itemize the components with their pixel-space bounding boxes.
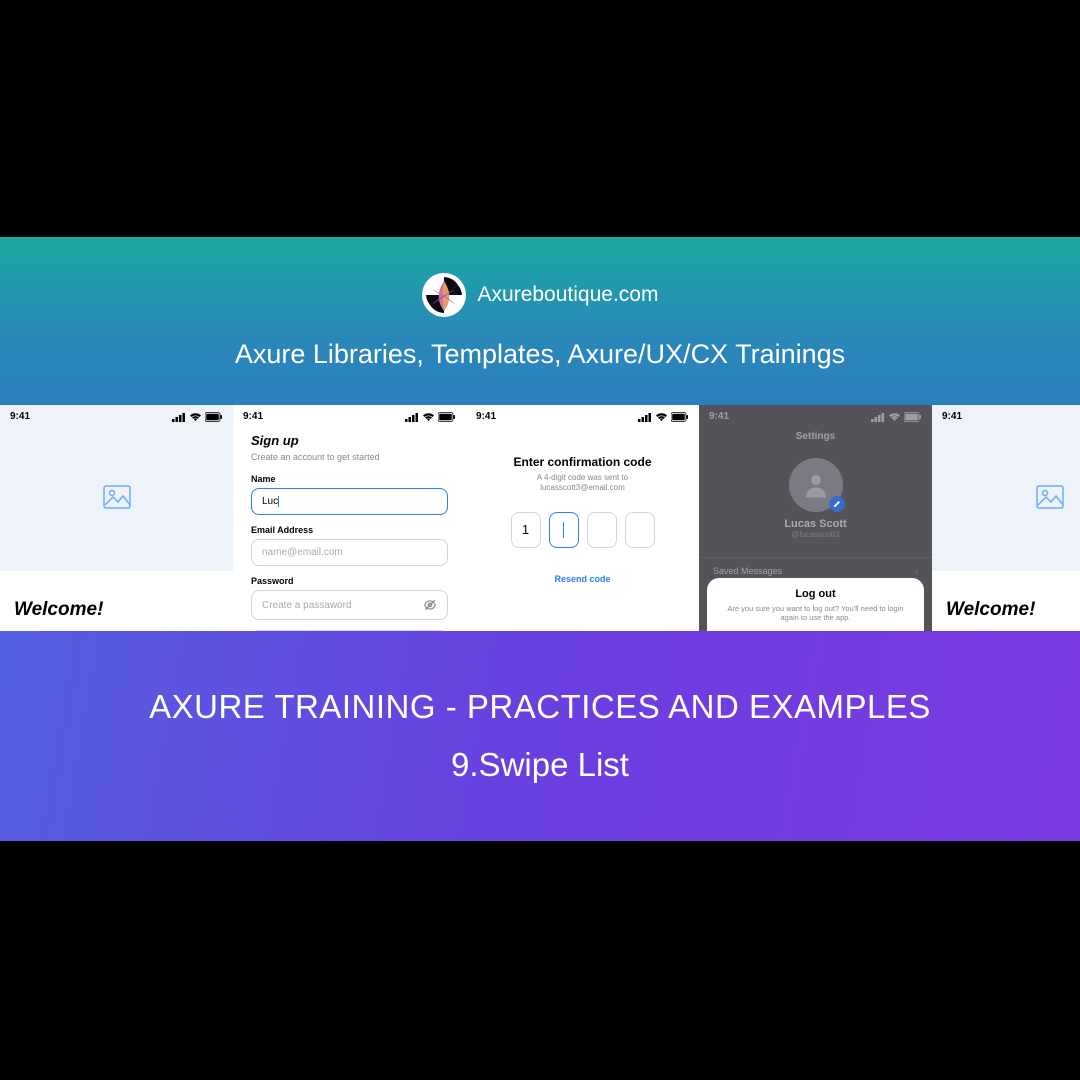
logout-sheet: Log out Are you sure you want to log out… (707, 578, 924, 632)
wifi-icon (655, 412, 668, 422)
status-icons (405, 412, 456, 422)
phone-welcome-left: 9:41 Welcome! (0, 405, 233, 631)
logout-subtitle: Are you sure you want to log out? You'll… (723, 604, 908, 624)
status-bar: 9:41 (0, 411, 233, 422)
tagline: Axure Libraries, Templates, Axure/UX/CX … (235, 339, 845, 370)
status-time: 9:41 (243, 411, 263, 422)
screenshots-strip: 9:41 Welcome! 9:41 Sign up Create an (0, 405, 1080, 631)
status-icons (871, 412, 922, 422)
name-label: Name (251, 474, 448, 484)
signup-title: Sign up (251, 433, 448, 448)
signal-icon (871, 412, 885, 422)
site-name: Axureboutique.com (478, 283, 659, 307)
code-cell-3[interactable] (587, 512, 617, 548)
status-bar: 9:41 (699, 411, 932, 422)
logo-row: Axureboutique.com (422, 273, 659, 317)
password-input[interactable]: Create a passaword (251, 590, 448, 620)
welcome-title: Welcome! (946, 599, 1066, 621)
eye-off-icon[interactable] (423, 598, 437, 612)
top-banner: Axureboutique.com Axure Libraries, Templ… (0, 237, 1080, 405)
avatar-edit-icon[interactable] (829, 496, 845, 512)
code-cell-2[interactable] (549, 512, 579, 548)
status-time: 9:41 (709, 411, 729, 422)
battery-icon (438, 412, 456, 422)
image-placeholder-icon (103, 485, 131, 509)
training-subtitle: 9.Swipe List (451, 746, 629, 784)
status-bar: 9:41 (466, 411, 699, 422)
welcome-panel: Welcome! (0, 571, 233, 631)
wifi-icon (422, 412, 435, 422)
phone-signup: 9:41 Sign up Create an account to get st… (233, 405, 466, 631)
signup-subtitle: Create an account to get started (251, 452, 448, 462)
phone-settings: 9:41 Settings Lucas Scott @lucasscott3 S… (699, 405, 932, 631)
confirm-title: Enter confirmation code (482, 455, 683, 469)
logo-icon (422, 273, 466, 317)
wifi-icon (189, 412, 202, 422)
code-input-row: 1 (482, 512, 683, 548)
profile-name: Lucas Scott (699, 518, 932, 530)
signal-icon (172, 412, 186, 422)
wifi-icon (888, 412, 901, 422)
resend-link[interactable]: Resend code (482, 574, 683, 584)
status-icons (638, 412, 689, 422)
settings-title: Settings (699, 431, 932, 442)
avatar (789, 458, 843, 512)
image-placeholder-icon (1036, 485, 1064, 509)
battery-icon (671, 412, 689, 422)
welcome-panel: Welcome! (932, 571, 1080, 631)
status-bar: 9:41 (233, 411, 466, 422)
status-time: 9:41 (942, 411, 962, 422)
code-cell-1[interactable]: 1 (511, 512, 541, 548)
confirm-subtitle: A 4-digit code was sent to lucasscott3@e… (482, 473, 683, 494)
status-icons (172, 412, 223, 422)
welcome-title: Welcome! (14, 599, 219, 621)
phone-welcome-right: 9:41 Welcome! (932, 405, 1080, 631)
profile-handle: @lucasscott3 (699, 530, 932, 539)
status-time: 9:41 (476, 411, 496, 422)
password-label: Password (251, 576, 448, 586)
phone-confirmation: 9:41 Enter confirmation code A 4-digit c… (466, 405, 699, 631)
status-bar: 9:41 (932, 411, 1080, 422)
name-input[interactable]: Luc (251, 488, 448, 515)
status-time: 9:41 (10, 411, 30, 422)
signal-icon (638, 412, 652, 422)
signal-icon (405, 412, 419, 422)
bottom-banner: AXURE TRAINING - PRACTICES AND EXAMPLES … (0, 631, 1080, 841)
battery-icon (205, 412, 223, 422)
chevron-right-icon: › (915, 566, 918, 576)
logout-title: Log out (723, 588, 908, 600)
email-label: Email Address (251, 525, 448, 535)
battery-icon (904, 412, 922, 422)
code-cell-4[interactable] (625, 512, 655, 548)
training-title: AXURE TRAINING - PRACTICES AND EXAMPLES (149, 688, 931, 726)
email-input[interactable]: name@email.com (251, 539, 448, 566)
